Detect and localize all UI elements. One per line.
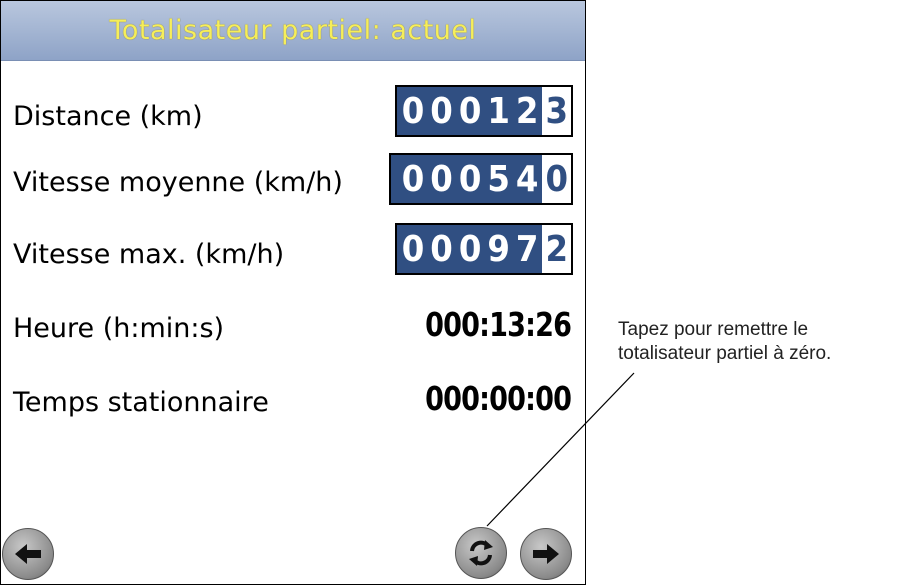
distance-counter[interactable]: 00012 3 [395, 85, 573, 137]
max-speed-digits-static: 00097 [401, 228, 545, 270]
arrow-left-icon [15, 544, 41, 564]
device-screen: Totalisateur partiel: actuel Distance (k… [0, 0, 586, 585]
distance-digits-static: 00012 [401, 90, 545, 132]
avg-speed-digit-active[interactable]: 0 [542, 155, 571, 203]
max-speed-digits: 00097 2 [402, 225, 571, 273]
distance-label: Distance (km) [13, 101, 203, 132]
callout-text: Tapez pour remettre le totalisateur part… [618, 318, 831, 366]
avg-speed-digits: 00054 0 [402, 155, 571, 203]
max-speed-label: Vitesse max. (km/h) [13, 239, 285, 270]
page-title: Totalisateur partiel: actuel [109, 15, 477, 46]
stationary-time-value: 000:00:00 [424, 379, 572, 418]
forward-button[interactable] [520, 528, 572, 580]
reset-button[interactable] [455, 527, 507, 579]
callout-line-2: totalisateur partiel à zéro. [618, 343, 832, 364]
time-value: 000:13:26 [424, 305, 572, 344]
refresh-icon [469, 540, 493, 566]
callout-line-1: Tapez pour remettre le [618, 319, 809, 340]
avg-speed-counter[interactable]: 00054 0 [389, 153, 573, 205]
time-label: Heure (h:min:s) [13, 313, 225, 344]
stationary-time-label: Temps stationnaire [13, 387, 269, 418]
title-bar: Totalisateur partiel: actuel [1, 1, 585, 61]
avg-speed-label: Vitesse moyenne (km/h) [13, 167, 343, 198]
avg-speed-digits-static: 00054 [401, 158, 545, 200]
max-speed-digit-active[interactable]: 2 [542, 225, 571, 273]
distance-digit-active[interactable]: 3 [542, 87, 571, 135]
back-button[interactable] [2, 528, 54, 580]
distance-digits: 00012 3 [402, 87, 571, 135]
max-speed-counter[interactable]: 00097 2 [395, 223, 573, 275]
arrow-right-icon [533, 544, 559, 564]
